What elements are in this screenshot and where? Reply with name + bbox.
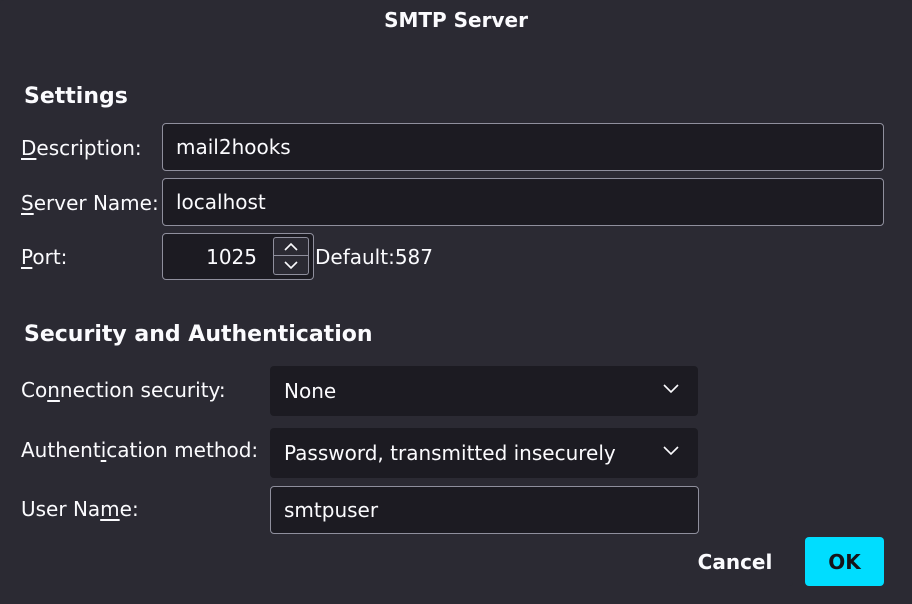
server-name-value: localhost [176,190,266,214]
connection-security-select[interactable]: None [270,366,698,416]
port-label-text: ort: [32,245,68,269]
user-name-label-pre: User Na [21,497,101,521]
server-name-label-accesskey: S [21,191,34,215]
description-label: Description: [21,136,142,160]
connection-security-label-accesskey: n [47,378,60,402]
user-name-input[interactable]: smtpuser [270,486,699,534]
authentication-method-label-pre: Authent [21,438,101,462]
port-label-accesskey: P [21,245,33,269]
port-default-text: Default:587 [315,245,433,269]
port-label: Port: [21,245,67,269]
authentication-method-select[interactable]: Password, transmitted insecurely [270,428,698,478]
ok-button[interactable]: OK [805,537,884,586]
authentication-method-label-post: cation method: [106,438,259,462]
user-name-label: User Name: [21,497,139,521]
description-label-accesskey: D [21,136,37,160]
connection-security-value: None [284,379,337,403]
smtp-server-dialog: SMTP Server Settings Description: mail2h… [0,0,912,604]
description-label-text: escription: [36,136,142,160]
chevron-down-icon [663,384,679,394]
cancel-button[interactable]: Cancel [677,537,793,586]
port-spinbox[interactable]: 1025 [162,233,314,280]
authentication-method-value: Password, transmitted insecurely [284,441,616,465]
server-name-label-text: erver Name: [33,191,159,215]
port-decrement-button[interactable] [273,256,309,275]
chevron-up-icon [284,242,298,251]
user-name-value: smtpuser [284,498,379,522]
authentication-method-label: Authentication method: [21,438,258,462]
settings-heading: Settings [24,84,128,109]
connection-security-label-pre: Co [21,378,48,402]
connection-security-label-post: nection security: [59,378,226,402]
server-name-input[interactable]: localhost [162,178,884,226]
description-value: mail2hooks [176,135,291,159]
chevron-down-icon [284,261,298,270]
port-increment-button[interactable] [273,237,309,256]
user-name-label-post: e: [119,497,139,521]
port-value: 1025 [206,245,257,269]
connection-security-label: Connection security: [21,378,226,402]
server-name-label: Server Name: [21,191,159,215]
dialog-title: SMTP Server [384,8,528,32]
user-name-label-accesskey: m [100,497,120,521]
description-input[interactable]: mail2hooks [162,123,884,171]
security-heading: Security and Authentication [24,322,373,347]
chevron-down-icon [663,446,679,456]
